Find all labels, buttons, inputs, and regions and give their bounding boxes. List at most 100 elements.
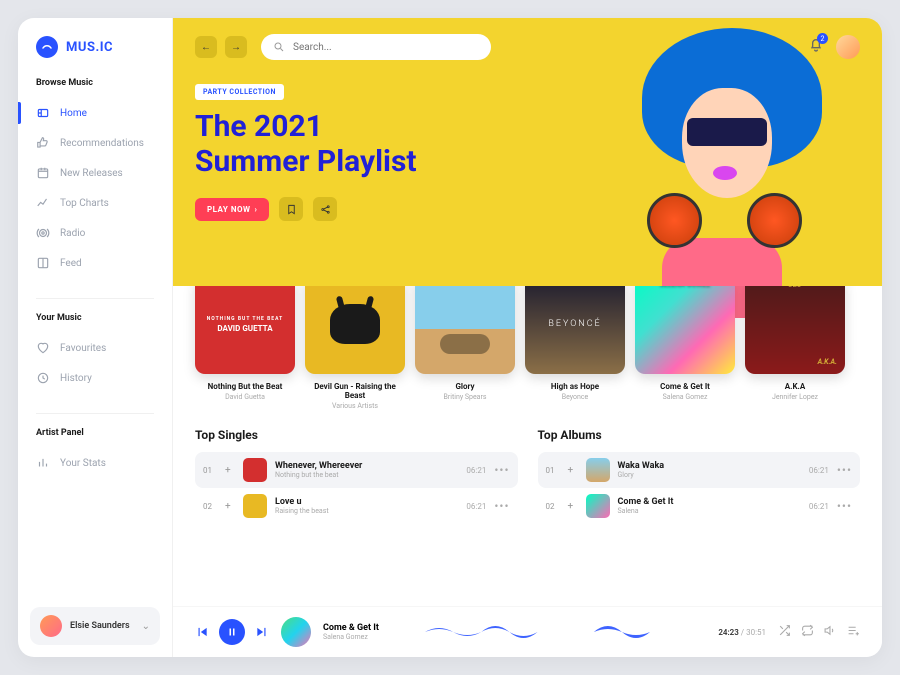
track-title: Waka Waka	[618, 461, 801, 471]
top-singles-column: Top Singles 01 + Whenever, Whereever Not…	[195, 414, 518, 524]
album-card[interactable]: SELENA GOMEZ Come & Get It Salena Gomez	[635, 286, 735, 410]
section-title: Top Singles	[195, 428, 518, 442]
nav-label: Feed	[60, 258, 82, 269]
history-icon	[36, 371, 50, 385]
back-button[interactable]: ←	[195, 36, 217, 58]
album-artist: David Guetta	[195, 393, 295, 401]
track-row[interactable]: 01 + Waka Waka Glory 06:21 •••	[538, 452, 861, 488]
sidebar-item-favourites[interactable]: Favourites	[18, 333, 172, 363]
track-duration: 06:21	[809, 466, 829, 475]
sidebar-item-history[interactable]: History	[18, 363, 172, 393]
more-button[interactable]: •••	[837, 499, 852, 513]
next-button[interactable]	[255, 625, 269, 639]
search-input[interactable]	[293, 42, 479, 53]
track-row[interactable]: 02 + Come & Get It Salena 06:21 •••	[538, 488, 861, 524]
add-button[interactable]: +	[568, 501, 578, 512]
sidebar-item-radio[interactable]: Radio	[18, 218, 172, 248]
calendar-icon	[36, 166, 50, 180]
chevron-down-icon: ⌄	[142, 621, 150, 632]
sidebar-item-feed[interactable]: Feed	[18, 248, 172, 278]
logo[interactable]: MUS.IC	[18, 36, 172, 78]
album-cover	[415, 286, 515, 374]
thumb-icon	[36, 136, 50, 150]
content-area: Recommended Albums NOTHING BUT THE BEATD…	[173, 286, 882, 524]
album-artist: Jennifer Lopez	[745, 393, 845, 401]
waveform[interactable]	[425, 618, 706, 646]
album-title: Glory	[415, 382, 515, 391]
player-right-controls	[778, 624, 860, 640]
sidebar-item-recommendations[interactable]: Recommendations	[18, 128, 172, 158]
track-row[interactable]: 01 + Whenever, Whereever Nothing but the…	[195, 452, 518, 488]
brand-name: MUS.IC	[66, 40, 113, 55]
recommended-albums: NOTHING BUT THE BEATDAVID GUETTA Nothing…	[195, 286, 860, 410]
prev-button[interactable]	[195, 625, 209, 639]
nav-section-browse: Browse Music Home Recommendations New Re…	[18, 78, 172, 292]
volume-button[interactable]	[824, 624, 837, 640]
feed-icon	[36, 256, 50, 270]
avatar	[40, 615, 62, 637]
chevron-right-icon: ›	[255, 205, 258, 214]
queue-button[interactable]	[847, 624, 860, 640]
album-artist: Beyonce	[525, 393, 625, 401]
now-playing-artist: Salena Gomez	[323, 633, 413, 641]
sidebar-item-stats[interactable]: Your Stats	[18, 448, 172, 478]
add-button[interactable]: +	[225, 501, 235, 512]
track-number: 01	[546, 466, 560, 475]
bookmark-button[interactable]	[279, 197, 303, 221]
user-card[interactable]: Elsie Saunders ⌄	[30, 607, 160, 645]
divider	[36, 413, 154, 414]
pause-button[interactable]	[219, 619, 245, 645]
track-info: Love u Raising the beast	[275, 497, 458, 515]
player-bar: Come & Get It Salena Gomez 24:23 / 30:51	[173, 606, 882, 657]
track-info: Come & Get It Salena	[618, 497, 801, 515]
track-cover	[586, 458, 610, 482]
album-card[interactable]: JLoA.K.A. A.K.A Jennifer Lopez	[745, 286, 845, 410]
shuffle-button[interactable]	[778, 624, 791, 640]
chart-icon	[36, 196, 50, 210]
sidebar-item-home[interactable]: Home	[18, 98, 172, 128]
stats-icon	[36, 456, 50, 470]
sidebar-item-top-charts[interactable]: Top Charts	[18, 188, 172, 218]
player-controls	[195, 619, 269, 645]
album-title: Come & Get It	[635, 382, 735, 391]
nav-label: Radio	[60, 228, 85, 239]
main-content: ← → 2 PARTY COLLECTION The 2021 Summer	[173, 18, 882, 657]
album-card[interactable]: BEYONCÉ High as Hope Beyonce	[525, 286, 625, 410]
track-title: Come & Get It	[618, 497, 801, 507]
track-row[interactable]: 02 + Love u Raising the beast 06:21 •••	[195, 488, 518, 524]
share-button[interactable]	[313, 197, 337, 221]
lists-row: Top Singles 01 + Whenever, Whereever Not…	[195, 414, 860, 524]
heart-icon	[36, 341, 50, 355]
album-cover: SELENA GOMEZ	[635, 286, 735, 374]
nav-label: Your Stats	[60, 458, 106, 469]
album-card[interactable]: Devil Gun - Raising the Beast Various Ar…	[305, 286, 405, 410]
track-title: Love u	[275, 497, 458, 507]
nav-label: Recommendations	[60, 138, 144, 149]
track-cover	[243, 458, 267, 482]
forward-button[interactable]: →	[225, 36, 247, 58]
more-button[interactable]: •••	[494, 499, 509, 513]
more-button[interactable]: •••	[837, 463, 852, 477]
album-cover: NOTHING BUT THE BEATDAVID GUETTA	[195, 286, 295, 374]
album-card[interactable]: Glory Britiny Spears	[415, 286, 515, 410]
top-albums-column: Top Albums 01 + Waka Waka Glory 06:21 ••…	[538, 414, 861, 524]
play-now-button[interactable]: PLAY NOW ›	[195, 198, 269, 221]
add-button[interactable]: +	[568, 465, 578, 476]
track-number: 01	[203, 466, 217, 475]
nav-label: Favourites	[60, 343, 106, 354]
add-button[interactable]: +	[225, 465, 235, 476]
divider	[36, 298, 154, 299]
sidebar-item-new-releases[interactable]: New Releases	[18, 158, 172, 188]
sidebar: MUS.IC Browse Music Home Recommendations…	[18, 18, 173, 657]
search-box[interactable]	[261, 34, 491, 60]
radio-icon	[36, 226, 50, 240]
track-number: 02	[546, 502, 560, 511]
user-name: Elsie Saunders	[70, 621, 134, 631]
track-title: Whenever, Whereever	[275, 461, 458, 471]
repeat-button[interactable]	[801, 624, 814, 640]
nav-label: Home	[60, 108, 87, 119]
album-card[interactable]: NOTHING BUT THE BEATDAVID GUETTA Nothing…	[195, 286, 295, 410]
album-cover	[305, 286, 405, 374]
more-button[interactable]: •••	[494, 463, 509, 477]
section-title: Top Albums	[538, 428, 861, 442]
